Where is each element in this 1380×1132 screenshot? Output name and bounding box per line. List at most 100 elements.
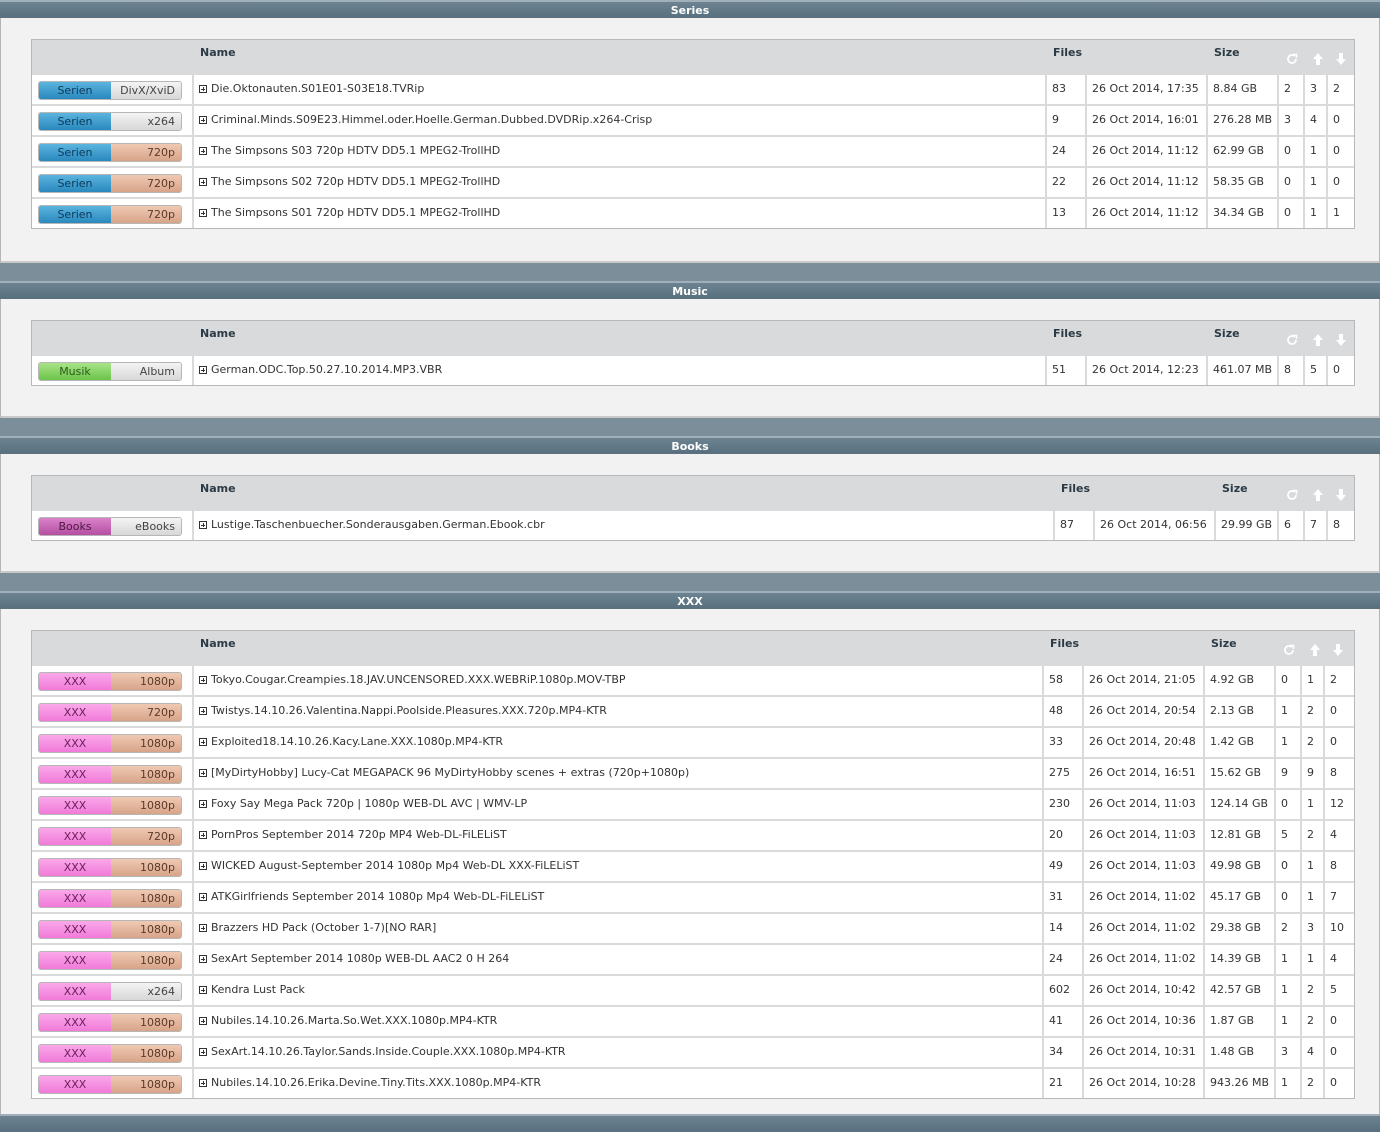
plus-box-icon[interactable] bbox=[199, 738, 207, 746]
plus-box-icon[interactable] bbox=[199, 986, 207, 994]
category-label[interactable]: XXX bbox=[39, 704, 111, 721]
category-label[interactable]: XXX bbox=[39, 673, 111, 690]
torrent-name-cell[interactable]: Lustige.Taschenbuecher.Sonderausgaben.Ge… bbox=[199, 511, 1050, 540]
category-badge[interactable]: Musik Album bbox=[38, 362, 182, 381]
column-files-header[interactable]: Files bbox=[1053, 46, 1082, 59]
torrent-name-cell[interactable]: Die.Oktonauten.S01E01-S03E18.TVRip bbox=[199, 75, 1042, 104]
subcategory-label[interactable]: DivX/XviD bbox=[111, 82, 181, 99]
category-label[interactable]: Serien bbox=[39, 206, 111, 223]
arrow-up-icon[interactable] bbox=[1308, 643, 1322, 657]
category-badge[interactable]: XXX 1080p bbox=[38, 672, 182, 691]
category-badge[interactable]: XXX 1080p bbox=[38, 951, 182, 970]
subcategory-label[interactable]: 1080p bbox=[111, 890, 181, 907]
category-badge[interactable]: XXX 1080p bbox=[38, 1075, 182, 1094]
plus-box-icon[interactable] bbox=[199, 178, 207, 186]
subcategory-label[interactable]: 720p bbox=[111, 828, 181, 845]
category-label[interactable]: Musik bbox=[39, 363, 111, 380]
torrent-name-link[interactable]: ATKGirlfriends September 2014 1080p Mp4 … bbox=[211, 890, 544, 903]
category-label[interactable]: Serien bbox=[39, 113, 111, 130]
column-name-header[interactable]: Name bbox=[200, 637, 236, 650]
plus-box-icon[interactable] bbox=[199, 707, 207, 715]
torrent-name-cell[interactable]: Exploited18.14.10.26.Kacy.Lane.XXX.1080p… bbox=[199, 728, 1039, 757]
category-badge[interactable]: XXX 720p bbox=[38, 827, 182, 846]
torrent-name-link[interactable]: SexArt September 2014 1080p WEB-DL AAC2 … bbox=[211, 952, 509, 965]
category-badge[interactable]: XXX 1080p bbox=[38, 1044, 182, 1063]
arrow-down-icon[interactable] bbox=[1334, 488, 1348, 502]
subcategory-label[interactable]: Album bbox=[111, 363, 181, 380]
torrent-name-link[interactable]: Exploited18.14.10.26.Kacy.Lane.XXX.1080p… bbox=[211, 735, 503, 748]
category-label[interactable]: XXX bbox=[39, 1045, 111, 1062]
subcategory-label[interactable]: 1080p bbox=[111, 766, 181, 783]
plus-box-icon[interactable] bbox=[199, 521, 207, 529]
torrent-name-link[interactable]: The Simpsons S01 720p HDTV DD5.1 MPEG2-T… bbox=[211, 206, 500, 219]
torrent-name-cell[interactable]: Tokyo.Cougar.Creampies.18.JAV.UNCENSORED… bbox=[199, 666, 1039, 695]
subcategory-label[interactable]: 720p bbox=[111, 144, 181, 161]
torrent-name-link[interactable]: Kendra Lust Pack bbox=[211, 983, 305, 996]
category-badge[interactable]: XXX 1080p bbox=[38, 1013, 182, 1032]
category-label[interactable]: XXX bbox=[39, 1014, 111, 1031]
column-files-header[interactable]: Files bbox=[1050, 637, 1079, 650]
arrow-up-icon[interactable] bbox=[1311, 488, 1325, 502]
subcategory-label[interactable]: 1080p bbox=[111, 921, 181, 938]
refresh-icon[interactable] bbox=[1282, 643, 1296, 657]
category-label[interactable]: XXX bbox=[39, 828, 111, 845]
category-label[interactable]: Serien bbox=[39, 175, 111, 192]
torrent-name-link[interactable]: The Simpsons S03 720p HDTV DD5.1 MPEG2-T… bbox=[211, 144, 500, 157]
arrow-down-icon[interactable] bbox=[1331, 643, 1345, 657]
plus-box-icon[interactable] bbox=[199, 147, 207, 155]
torrent-name-cell[interactable]: Foxy Say Mega Pack 720p | 1080p WEB-DL A… bbox=[199, 790, 1039, 819]
torrent-name-cell[interactable]: Twistys.14.10.26.Valentina.Nappi.Poolsid… bbox=[199, 697, 1039, 726]
torrent-name-link[interactable]: Foxy Say Mega Pack 720p | 1080p WEB-DL A… bbox=[211, 797, 527, 810]
column-size-header[interactable]: Size bbox=[1214, 327, 1240, 340]
subcategory-label[interactable]: 1080p bbox=[111, 797, 181, 814]
category-label[interactable]: XXX bbox=[39, 859, 111, 876]
category-label[interactable]: Serien bbox=[39, 144, 111, 161]
subcategory-label[interactable]: 1080p bbox=[111, 952, 181, 969]
category-label[interactable]: XXX bbox=[39, 983, 111, 1000]
torrent-name-cell[interactable]: SexArt.14.10.26.Taylor.Sands.Inside.Coup… bbox=[199, 1038, 1039, 1067]
torrent-name-link[interactable]: Die.Oktonauten.S01E01-S03E18.TVRip bbox=[211, 82, 424, 95]
arrow-up-icon[interactable] bbox=[1311, 52, 1325, 66]
plus-box-icon[interactable] bbox=[199, 955, 207, 963]
category-label[interactable]: Serien bbox=[39, 82, 111, 99]
plus-box-icon[interactable] bbox=[199, 1079, 207, 1087]
subcategory-label[interactable]: eBooks bbox=[111, 518, 181, 535]
column-name-header[interactable]: Name bbox=[200, 482, 236, 495]
subcategory-label[interactable]: 720p bbox=[111, 175, 181, 192]
subcategory-label[interactable]: 720p bbox=[111, 704, 181, 721]
category-label[interactable]: XXX bbox=[39, 1076, 111, 1093]
plus-box-icon[interactable] bbox=[199, 1048, 207, 1056]
torrent-name-link[interactable]: PornPros September 2014 720p MP4 Web-DL-… bbox=[211, 828, 507, 841]
plus-box-icon[interactable] bbox=[199, 800, 207, 808]
category-badge[interactable]: XXX 720p bbox=[38, 703, 182, 722]
column-name-header[interactable]: Name bbox=[200, 327, 236, 340]
category-label[interactable]: XXX bbox=[39, 952, 111, 969]
plus-box-icon[interactable] bbox=[199, 366, 207, 374]
subcategory-label[interactable]: 1080p bbox=[111, 735, 181, 752]
column-files-header[interactable]: Files bbox=[1061, 482, 1090, 495]
torrent-name-link[interactable]: SexArt.14.10.26.Taylor.Sands.Inside.Coup… bbox=[211, 1045, 566, 1058]
category-badge[interactable]: XXX 1080p bbox=[38, 889, 182, 908]
torrent-name-cell[interactable]: SexArt September 2014 1080p WEB-DL AAC2 … bbox=[199, 945, 1039, 974]
plus-box-icon[interactable] bbox=[199, 831, 207, 839]
plus-box-icon[interactable] bbox=[199, 85, 207, 93]
category-badge[interactable]: Serien 720p bbox=[38, 174, 182, 193]
category-badge[interactable]: XXX x264 bbox=[38, 982, 182, 1001]
torrent-name-cell[interactable]: Criminal.Minds.S09E23.Himmel.oder.Hoelle… bbox=[199, 106, 1042, 135]
plus-box-icon[interactable] bbox=[199, 924, 207, 932]
category-badge[interactable]: XXX 1080p bbox=[38, 765, 182, 784]
torrent-name-cell[interactable]: Brazzers HD Pack (October 1-7)[NO RAR] bbox=[199, 914, 1039, 943]
torrent-name-cell[interactable]: Nubiles.14.10.26.Erika.Devine.Tiny.Tits.… bbox=[199, 1069, 1039, 1098]
torrent-name-cell[interactable]: German.ODC.Top.50.27.10.2014.MP3.VBR bbox=[199, 356, 1042, 385]
plus-box-icon[interactable] bbox=[199, 1017, 207, 1025]
category-badge[interactable]: Serien 720p bbox=[38, 143, 182, 162]
torrent-name-link[interactable]: Lustige.Taschenbuecher.Sonderausgaben.Ge… bbox=[211, 518, 545, 531]
category-badge[interactable]: Serien DivX/XviD bbox=[38, 81, 182, 100]
subcategory-label[interactable]: 1080p bbox=[111, 1014, 181, 1031]
torrent-name-cell[interactable]: Nubiles.14.10.26.Marta.So.Wet.XXX.1080p.… bbox=[199, 1007, 1039, 1036]
category-badge[interactable]: XXX 1080p bbox=[38, 858, 182, 877]
subcategory-label[interactable]: 1080p bbox=[111, 1045, 181, 1062]
column-name-header[interactable]: Name bbox=[200, 46, 236, 59]
category-badge[interactable]: XXX 1080p bbox=[38, 920, 182, 939]
category-badge[interactable]: XXX 1080p bbox=[38, 734, 182, 753]
